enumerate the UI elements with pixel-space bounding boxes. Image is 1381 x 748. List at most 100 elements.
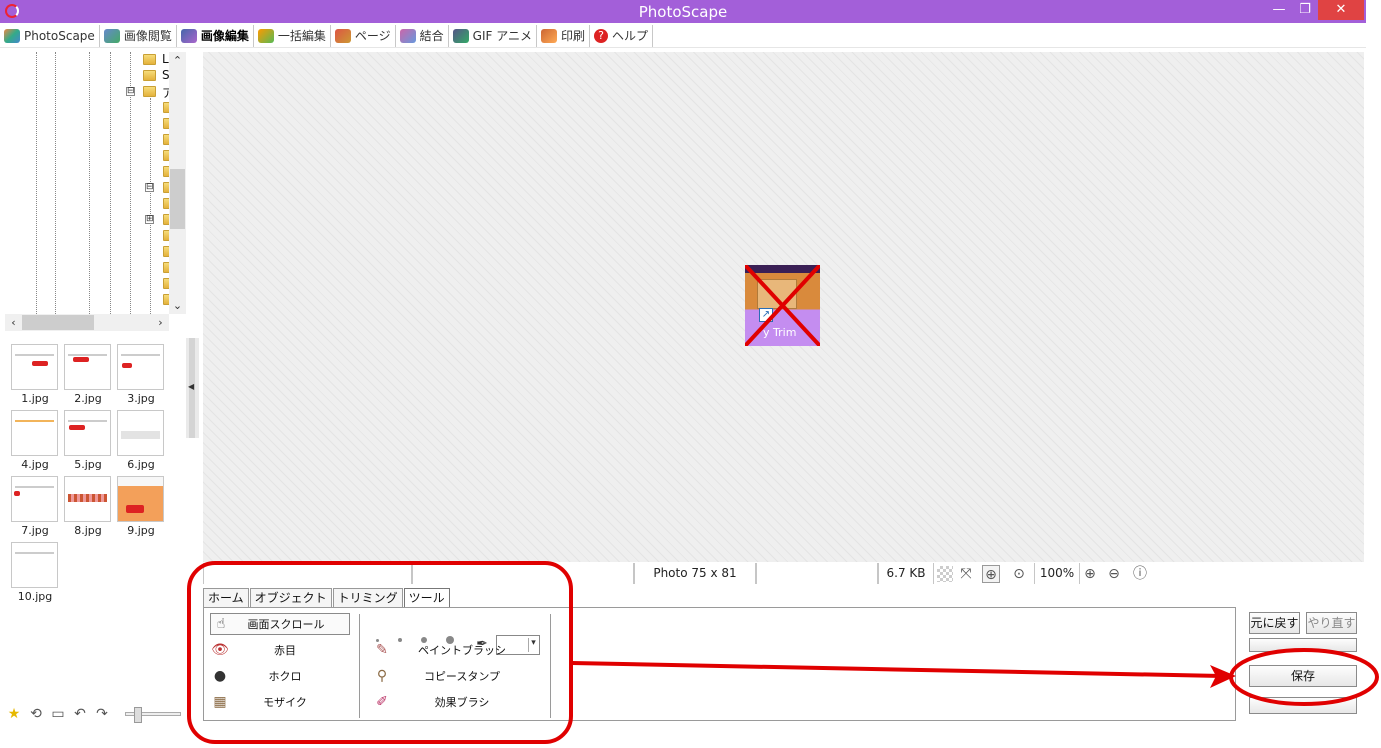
thumbnail-image[interactable] [11, 410, 58, 456]
folder-icon[interactable] [143, 70, 156, 81]
thumbnail-item[interactable]: 7.jpg [11, 476, 59, 537]
tree-guide-line [55, 52, 56, 314]
collapse-panel-icon[interactable]: ◀ [188, 382, 194, 391]
tools-content: ☝ 画面スクロール 👁 赤目 ● ホクロ ▦ モザイク ✒ ▾ ✎ ペイントブラ… [203, 607, 1236, 721]
thumbnail-filename: 2.jpg [74, 392, 102, 405]
menu-gif[interactable]: GIF アニメ [449, 24, 537, 47]
tab-trimming[interactable]: トリミング [332, 588, 403, 608]
back-icon[interactable]: ↶ [71, 706, 89, 722]
menu-combine[interactable]: 結合 [396, 24, 449, 47]
paint-brush-tool[interactable]: ✎ ペイントブラッシ [372, 639, 547, 661]
title-bar: PhotoScape — ❐ ✕ [0, 0, 1366, 23]
fit-window-icon[interactable]: ⤧ [957, 565, 975, 583]
scroll-down-arrow-icon[interactable]: ⌄ [169, 297, 186, 314]
thumbnail-image[interactable] [11, 542, 58, 588]
tree-vertical-scrollbar[interactable]: ⌃ ⌄ [169, 52, 186, 314]
thumbnail-image[interactable] [64, 410, 111, 456]
tree-expand-icon[interactable]: ⊞ [145, 215, 154, 224]
thumbnail-item[interactable]: 5.jpg [64, 410, 112, 471]
thumbnail-image[interactable] [11, 344, 58, 390]
thumbnail-image[interactable] [11, 476, 58, 522]
maximize-button[interactable]: ❐ [1292, 0, 1318, 20]
scroll-left-arrow-icon[interactable]: ‹ [5, 314, 22, 331]
tree-horizontal-scrollbar[interactable]: ‹ › [5, 314, 169, 331]
thumbnail-filename: 8.jpg [74, 524, 102, 537]
divider [359, 614, 360, 718]
red-eye-tool[interactable]: 👁 赤目 [210, 639, 350, 661]
actual-size-icon[interactable]: ⊕ [982, 565, 1000, 583]
folder-icon[interactable] [143, 86, 156, 97]
open-folder-icon[interactable]: ▭ [49, 706, 67, 722]
thumbnail-image[interactable] [117, 476, 164, 522]
thumbnail-item[interactable]: 10.jpg [11, 542, 59, 603]
undo-button[interactable]: 元に戻す [1249, 612, 1300, 634]
tool-label: ペイントブラッシ [418, 644, 506, 657]
scroll-up-arrow-icon[interactable]: ⌃ [169, 52, 186, 69]
tool-label: モザイク [263, 696, 307, 709]
close-button[interactable]: ✕ [1318, 0, 1364, 20]
mole-icon: ● [213, 668, 227, 684]
folder-icon[interactable] [143, 54, 156, 65]
scroll-thumb[interactable] [22, 315, 94, 330]
thumbnail-image[interactable] [64, 344, 111, 390]
hand-icon: ☝ [216, 616, 226, 632]
refresh-icon[interactable]: ⟲ [27, 706, 45, 722]
thumbnail-item[interactable]: 1.jpg [11, 344, 59, 405]
scroll-tool[interactable]: ☝ 画面スクロール [210, 613, 350, 635]
transparency-icon[interactable] [937, 566, 953, 582]
forward-icon[interactable]: ↷ [93, 706, 111, 722]
save-button[interactable]: 保存 [1249, 665, 1357, 687]
thumbnail-image[interactable] [64, 476, 111, 522]
menu-help[interactable]: ? ヘルプ [590, 24, 653, 47]
menu-page[interactable]: ページ [331, 24, 396, 47]
effect-brush-tool[interactable]: ✐ 効果ブラシ [372, 691, 547, 713]
favorite-star-icon[interactable]: ★ [5, 706, 23, 722]
thumbnail-item[interactable]: 4.jpg [11, 410, 59, 471]
redo-button[interactable]: やり直す [1306, 612, 1357, 634]
info-icon[interactable]: ⓘ [1131, 565, 1149, 583]
thumbnail-image[interactable] [117, 344, 164, 390]
thumbnail-item[interactable]: 2.jpg [64, 344, 112, 405]
tree-node-label[interactable]: L [162, 52, 169, 66]
menu-print[interactable]: 印刷 [537, 24, 590, 47]
zoom-in-icon[interactable]: ⊕ [1081, 565, 1099, 583]
tree-collapse-icon[interactable]: ⊟ [145, 183, 154, 192]
menu-photoscape[interactable]: PhotoScape [0, 24, 100, 47]
tab-object[interactable]: オブジェクト [249, 588, 332, 608]
photoscape-window: PhotoScape — ❐ ✕ PhotoScape 画像閲覧 画像編集 一括… [0, 0, 1381, 748]
zoom-out-icon[interactable]: ⊖ [1105, 565, 1123, 583]
menu-viewer[interactable]: 画像閲覧 [100, 24, 177, 47]
menu-label: 画像編集 [200, 29, 249, 43]
status-file-size: 6.7 KB [878, 563, 934, 584]
scroll-right-arrow-icon[interactable]: › [152, 314, 169, 331]
partially-hidden-button[interactable] [1249, 697, 1357, 714]
gif-icon [452, 28, 469, 43]
tree-collapse-icon[interactable]: ⊟ [126, 87, 135, 96]
thumbnail-item[interactable]: 8.jpg [64, 476, 112, 537]
thumbnail-item[interactable]: 9.jpg [117, 476, 165, 537]
copy-stamp-tool[interactable]: ⚲ コピースタンプ [372, 665, 547, 687]
status-cell [756, 563, 878, 584]
thumbnail-filename: 1.jpg [21, 392, 49, 405]
thumbnail-item[interactable]: 6.jpg [117, 410, 165, 471]
status-zoom: 100% [1034, 563, 1080, 584]
menu-label: 結合 [419, 29, 444, 43]
mole-tool[interactable]: ● ホクロ [210, 665, 350, 687]
menu-editor[interactable]: 画像編集 [177, 24, 254, 47]
menu-batch[interactable]: 一括編集 [254, 24, 331, 47]
folder-tree[interactable]: L S ⊟ ア ⊟ ⊞ [5, 52, 186, 314]
thumbnail-item[interactable]: 3.jpg [117, 344, 165, 405]
menu-label: PhotoScape [24, 28, 95, 43]
thumbnail-size-slider[interactable] [125, 707, 181, 723]
tab-home[interactable]: ホーム [203, 588, 249, 608]
zoom-fit-icon[interactable]: ⊙ [1010, 565, 1028, 583]
tab-tools[interactable]: ツール [403, 588, 450, 609]
edited-photo[interactable]: ↗ y Trim [745, 265, 820, 346]
mosaic-tool[interactable]: ▦ モザイク [210, 691, 350, 713]
partially-hidden-button[interactable] [1249, 638, 1357, 652]
minimize-button[interactable]: — [1266, 0, 1292, 20]
tool-label: ホクロ [268, 670, 302, 683]
print-icon [540, 28, 557, 43]
scroll-thumb[interactable] [170, 169, 185, 229]
thumbnail-image[interactable] [117, 410, 164, 456]
